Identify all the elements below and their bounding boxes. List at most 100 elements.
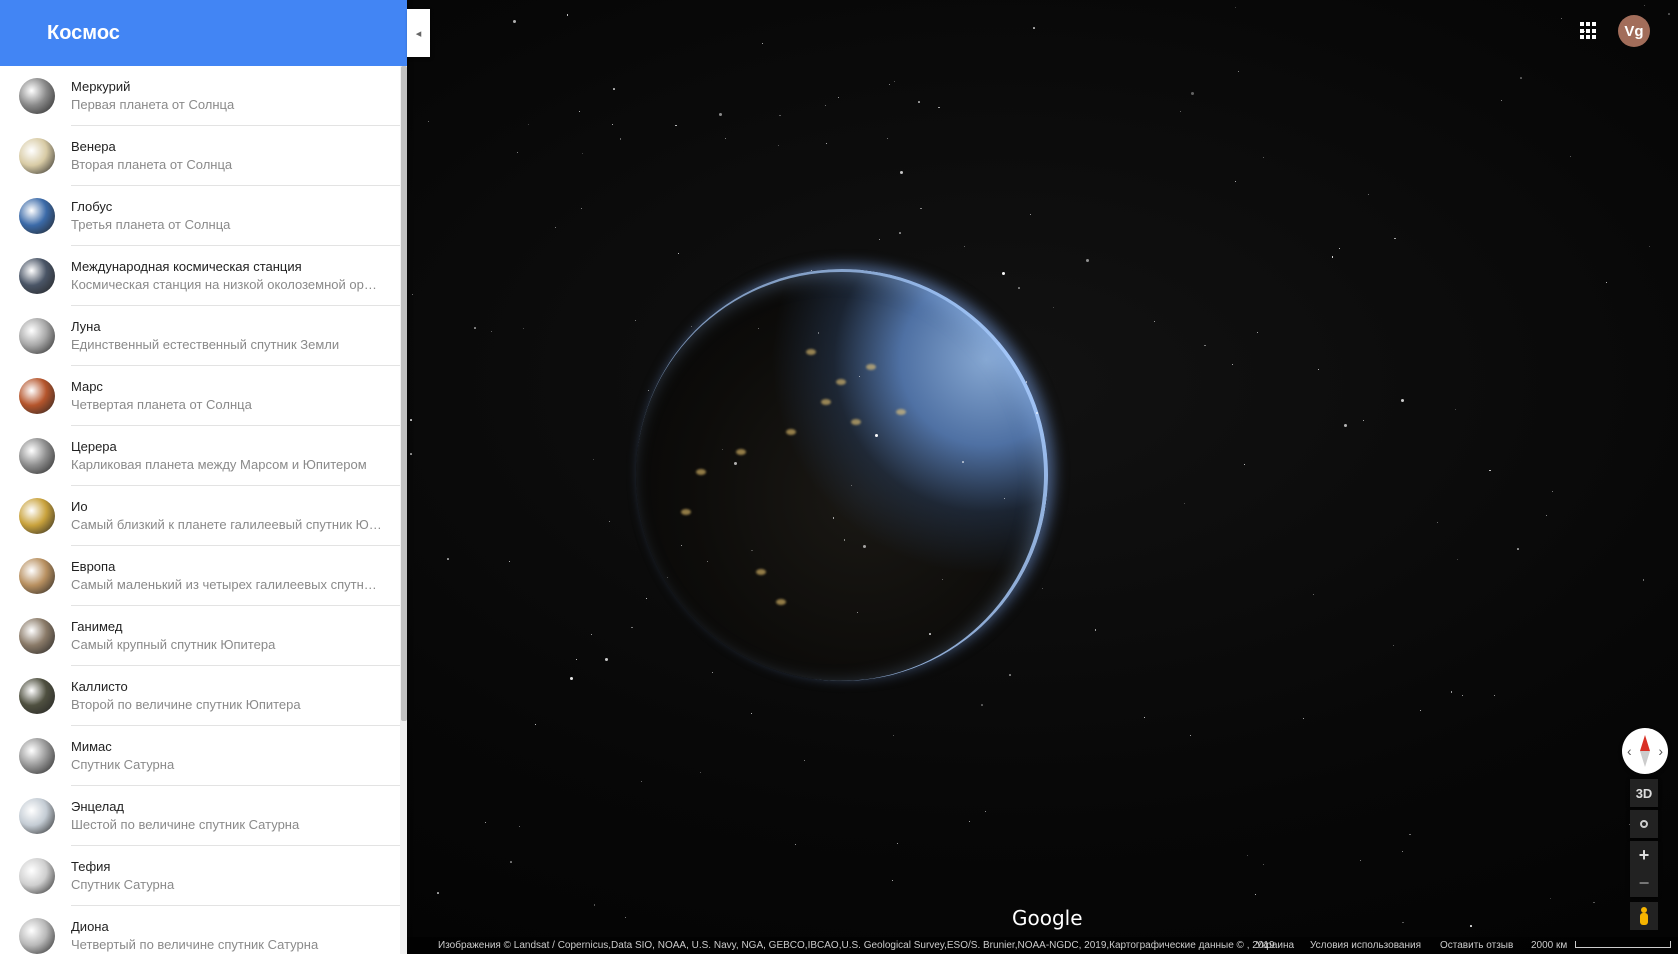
- planet-thumbnail-icon: [19, 558, 55, 594]
- planet-thumbnail-icon: [19, 738, 55, 774]
- star: [886, 138, 888, 140]
- list-item-name: Диона: [71, 919, 109, 934]
- compass-control[interactable]: ‹ ›: [1622, 728, 1668, 774]
- star: [1302, 717, 1304, 719]
- star: [1338, 248, 1340, 250]
- collapse-sidebar-button[interactable]: ◂: [407, 9, 430, 57]
- star: [1359, 859, 1361, 861]
- star: [609, 521, 611, 523]
- star: [920, 207, 922, 210]
- list-item[interactable]: Международная космическая станция Космиче…: [0, 246, 400, 306]
- star: [1550, 898, 1552, 900]
- street-view-pegman-icon[interactable]: [1630, 902, 1658, 930]
- google-logo: Google: [1012, 906, 1083, 930]
- star: [1394, 237, 1396, 240]
- sidebar-header: Космос: [0, 0, 407, 66]
- list-item[interactable]: Диона Четвертый по величине спутник Сатур…: [0, 906, 400, 954]
- toggle-3d-button[interactable]: 3D: [1630, 779, 1658, 807]
- planet-thumbnail-icon: [19, 498, 55, 534]
- star: [1244, 463, 1246, 465]
- account-avatar[interactable]: Vg: [1618, 15, 1650, 47]
- planet-thumbnail-icon: [19, 78, 55, 114]
- star: [984, 811, 986, 813]
- list-item[interactable]: Тефия Спутник Сатурна: [0, 846, 400, 906]
- star: [1362, 419, 1365, 422]
- sidebar-panel: Космос Меркурий Первая планета от Солнца В…: [0, 0, 407, 954]
- planet-thumbnail-icon: [19, 678, 55, 714]
- star: [1649, 246, 1651, 248]
- star: [969, 820, 971, 822]
- star: [1052, 307, 1054, 309]
- star: [938, 106, 940, 109]
- list-item-name: Энцелад: [71, 799, 125, 814]
- list-item[interactable]: Луна Единственный естественный спутник Зе…: [0, 306, 400, 366]
- list-item-name: Марс: [71, 379, 103, 394]
- chevron-left-icon: ◂: [415, 27, 422, 40]
- star: [447, 558, 449, 560]
- list-item[interactable]: Европа Самый маленький из четырех галилее…: [0, 546, 400, 606]
- star: [777, 145, 779, 147]
- star: [899, 232, 901, 234]
- zoom-out-button[interactable]: −: [1630, 869, 1658, 897]
- my-location-button[interactable]: [1630, 810, 1658, 838]
- rotate-right-icon[interactable]: ›: [1658, 742, 1663, 760]
- list-item[interactable]: Ганимед Самый крупный спутник Юпитера: [0, 606, 400, 666]
- imagery-attribution: Изображения © Landsat / Copernicus,Data …: [438, 940, 1275, 951]
- scrollbar-thumb[interactable]: [401, 66, 407, 721]
- star: [645, 598, 647, 600]
- star: [941, 578, 943, 580]
- star: [779, 114, 781, 117]
- star: [437, 892, 439, 894]
- apps-grid-icon[interactable]: [1580, 22, 1598, 40]
- star: [534, 724, 536, 726]
- star: [1392, 644, 1395, 647]
- list-item[interactable]: Церера Карликовая планета между Марсом и …: [0, 426, 400, 486]
- star: [510, 861, 512, 863]
- star: [1400, 398, 1404, 402]
- star: [838, 97, 840, 99]
- star: [1009, 674, 1011, 676]
- country-link[interactable]: Украина: [1256, 940, 1294, 951]
- list-item[interactable]: Энцелад Шестой по величине спутник Сатурн…: [0, 786, 400, 846]
- list-item-name: Луна: [71, 319, 101, 334]
- star: [1450, 691, 1453, 693]
- zoom-in-button[interactable]: +: [1630, 841, 1658, 869]
- list-item-description: Самый крупный спутник Юпитера: [71, 637, 276, 652]
- planet-thumbnail-icon: [19, 138, 55, 174]
- list-item[interactable]: Марс Четвертая планета от Солнца: [0, 366, 400, 426]
- rotate-left-icon[interactable]: ‹: [1627, 742, 1632, 760]
- sidebar-title: Космос: [47, 21, 120, 44]
- list-item-name: Ио: [71, 499, 88, 514]
- list-item-name: Каллисто: [71, 679, 128, 694]
- star: [1238, 71, 1240, 73]
- terms-link[interactable]: Условия использования: [1310, 940, 1421, 951]
- star: [570, 677, 574, 681]
- list-item[interactable]: Каллисто Второй по величине спутник Юпите…: [0, 666, 400, 726]
- star: [508, 560, 510, 562]
- scale-label[interactable]: 2000 км: [1531, 940, 1567, 951]
- star: [634, 320, 636, 322]
- list-item[interactable]: Глобус Третья планета от Солнца: [0, 186, 400, 246]
- star: [410, 453, 412, 455]
- star: [1409, 833, 1411, 836]
- star: [1018, 287, 1020, 289]
- list-item[interactable]: Ио Самый близкий к планете галилеевый спу…: [0, 486, 400, 546]
- star: [1313, 594, 1315, 596]
- list-item[interactable]: Венера Вторая планета от Солнца: [0, 126, 400, 186]
- star: [611, 124, 613, 126]
- star: [555, 226, 557, 228]
- star: [1254, 893, 1256, 895]
- planet-thumbnail-icon: [19, 858, 55, 894]
- star: [894, 80, 896, 82]
- star: [719, 113, 723, 117]
- star: [824, 104, 827, 107]
- feedback-link[interactable]: Оставить отзыв: [1440, 940, 1513, 951]
- star: [522, 327, 524, 329]
- list-item[interactable]: Меркурий Первая планета от Солнца: [0, 66, 400, 126]
- list-item[interactable]: Мимас Спутник Сатурна: [0, 726, 400, 786]
- star: [1256, 332, 1258, 334]
- scale-bar: [1575, 941, 1671, 948]
- star: [1436, 522, 1438, 524]
- star: [579, 111, 581, 113]
- star: [1041, 588, 1043, 590]
